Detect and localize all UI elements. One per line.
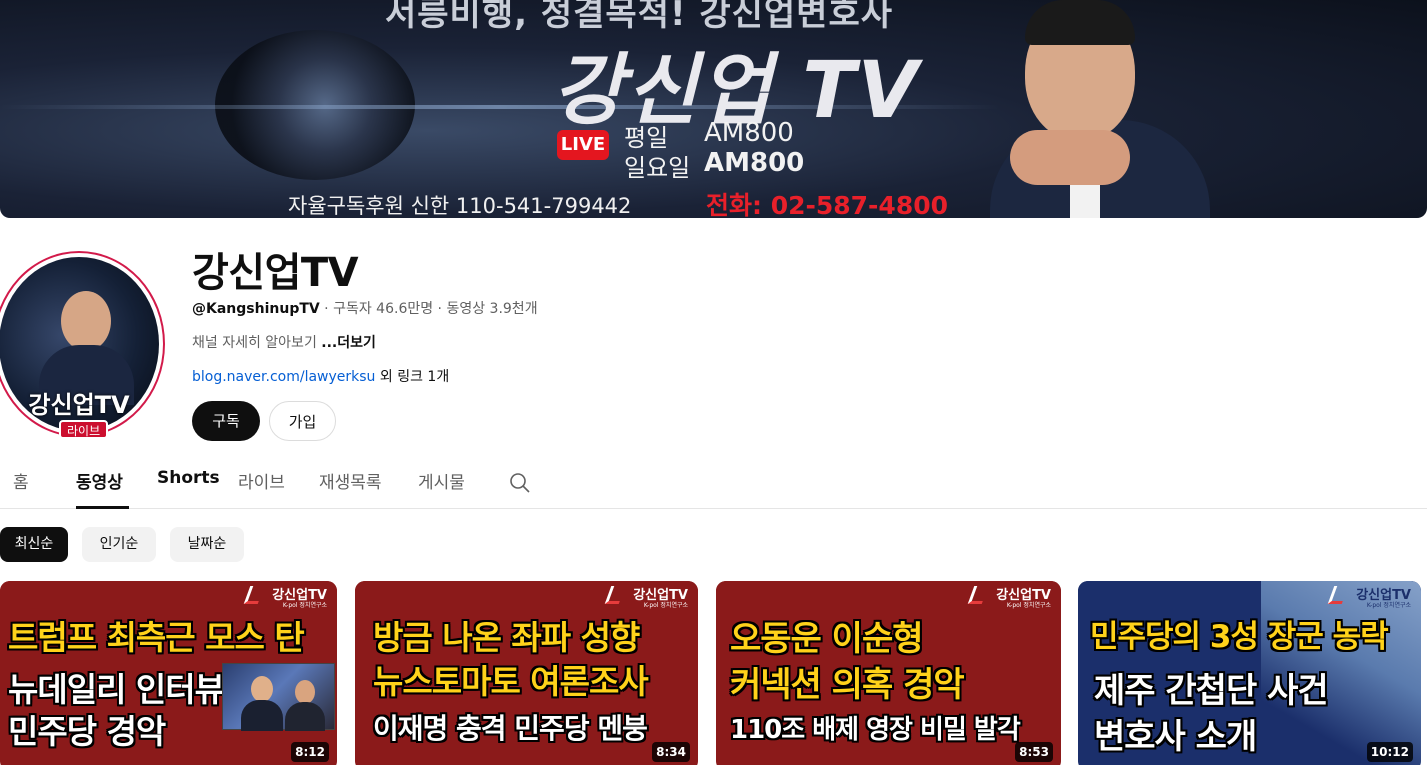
external-link[interactable]: blog.naver.com/lawyerksu — [192, 369, 375, 385]
headline-line: 오동운 이순형 — [730, 619, 924, 659]
join-button[interactable]: 가입 — [269, 401, 336, 441]
tab-shorts[interactable]: Shorts — [157, 468, 220, 488]
channel-links: blog.naver.com/lawyerksu 외 링크 1개 — [192, 366, 449, 386]
headline-line: 민주당 경악 — [8, 712, 166, 751]
channel-page: 서릉비행, 정결목적! 강신업변호사 강신업 TV LIVE 평일 AM800 … — [0, 0, 1427, 765]
video-duration: 8:12 — [291, 742, 329, 762]
headline-line: 제주 간첩단 사건 — [1094, 671, 1329, 711]
headline-line: 뉴스토마토 여론조사 — [373, 662, 649, 701]
channel-watermark: 강신업TV K-pol 정치연구소 — [1327, 584, 1411, 610]
tab-videos[interactable]: 동영상 — [76, 468, 123, 493]
more-links[interactable]: 외 링크 1개 — [375, 369, 449, 385]
headline-line: 이재명 충격 민주당 멘붕 — [373, 712, 648, 745]
active-tab-indicator — [76, 506, 129, 509]
video-thumbnail[interactable]: 강신업TV K-pol 정치연구소 트럼프 최측근 모스 탄 뉴데일리 인터뷰 … — [0, 581, 337, 765]
headline-line: 방금 나온 좌파 성향 — [373, 618, 640, 657]
banner-sponsor: 자율구독후원 신한 110-541-799442 — [288, 194, 632, 218]
tab-home[interactable]: 홈 — [13, 468, 29, 493]
avatar-text: 강신업TV — [28, 391, 130, 419]
live-badge[interactable]: 라이브 — [59, 420, 109, 439]
headline-line: 뉴데일리 인터뷰 — [8, 670, 225, 709]
watermark-subtext: K-pol 정치연구소 — [1006, 602, 1051, 609]
channel-watermark: 강신업TV K-pol 정치연구소 — [604, 584, 688, 610]
description-text: 채널 자세히 알아보기 — [192, 335, 322, 351]
chip-latest[interactable]: 최신순 — [0, 527, 68, 562]
headline-line: 변호사 소개 — [1094, 717, 1257, 757]
channel-watermark: 강신업TV K-pol 정치연구소 — [967, 584, 1051, 610]
channel-stats: · 구독자 46.6만명 · 동영상 3.9천개 — [319, 301, 538, 317]
search-icon[interactable] — [508, 471, 532, 495]
channel-banner: 서릉비행, 정결목적! 강신업변호사 강신업 TV LIVE 평일 AM800 … — [0, 0, 1427, 218]
news-photo-inset — [222, 663, 335, 731]
channel-meta: @KangshinupTV · 구독자 46.6만명 · 동영상 3.9천개 — [192, 298, 538, 318]
headline-line: 커넥션 의혹 경악 — [730, 665, 965, 705]
watermark-subtext: K-pol 정치연구소 — [1366, 602, 1411, 609]
channel-description[interactable]: 채널 자세히 알아보기 ...더보기 — [192, 332, 376, 352]
video-thumbnail[interactable]: 강신업TV K-pol 정치연구소 오동운 이순형 커넥션 의혹 경악 110조… — [716, 581, 1061, 765]
tab-posts[interactable]: 게시물 — [418, 468, 465, 493]
channel-title: 강신업TV — [192, 250, 359, 296]
video-duration: 10:12 — [1366, 742, 1413, 762]
tab-live[interactable]: 라이브 — [238, 468, 285, 493]
banner-phone: 전화: 02-587-4800 — [706, 191, 949, 218]
banner-schedule-day: 일요일 — [624, 154, 691, 182]
chip-popular[interactable]: 인기순 — [82, 527, 156, 562]
subscribe-button[interactable]: 구독 — [192, 401, 260, 441]
channel-tabs: 홈 동영상 Shorts 라이브 재생목록 게시물 — [0, 458, 1427, 509]
chip-oldest[interactable]: 날짜순 — [170, 527, 244, 562]
headline-line: 트럼프 최측근 모스 탄 — [8, 618, 305, 657]
headline-line: 110조 배제 영장 비밀 발각 — [730, 715, 1021, 745]
more-link[interactable]: ...더보기 — [321, 335, 376, 351]
video-duration: 8:53 — [1015, 742, 1053, 762]
watermark-subtext: K-pol 정치연구소 — [643, 602, 688, 609]
video-duration: 8:34 — [652, 742, 690, 762]
tab-playlists[interactable]: 재생목록 — [319, 468, 382, 493]
banner-schedule-time: AM800 — [704, 118, 794, 148]
headline-line: 민주당의 3성 장군 농락 — [1090, 619, 1389, 655]
host-portrait — [980, 0, 1220, 218]
video-thumbnail[interactable]: 강신업TV K-pol 정치연구소 방금 나온 좌파 성향 뉴스토마토 여론조사… — [355, 581, 698, 765]
avatar-image: 강신업TV — [0, 257, 159, 431]
channel-avatar[interactable]: 강신업TV — [0, 251, 165, 437]
watermark-subtext: K-pol 정치연구소 — [282, 602, 327, 609]
channel-watermark: 강신업TV K-pol 정치연구소 — [243, 584, 327, 610]
video-thumbnail[interactable]: 강신업TV K-pol 정치연구소 민주당의 3성 장군 농락 제주 간첩단 사… — [1078, 581, 1421, 765]
channel-handle: @KangshinupTV — [192, 301, 320, 317]
banner-schedule-time: AM800 — [704, 148, 805, 178]
banner-live-label: LIVE — [557, 130, 609, 160]
